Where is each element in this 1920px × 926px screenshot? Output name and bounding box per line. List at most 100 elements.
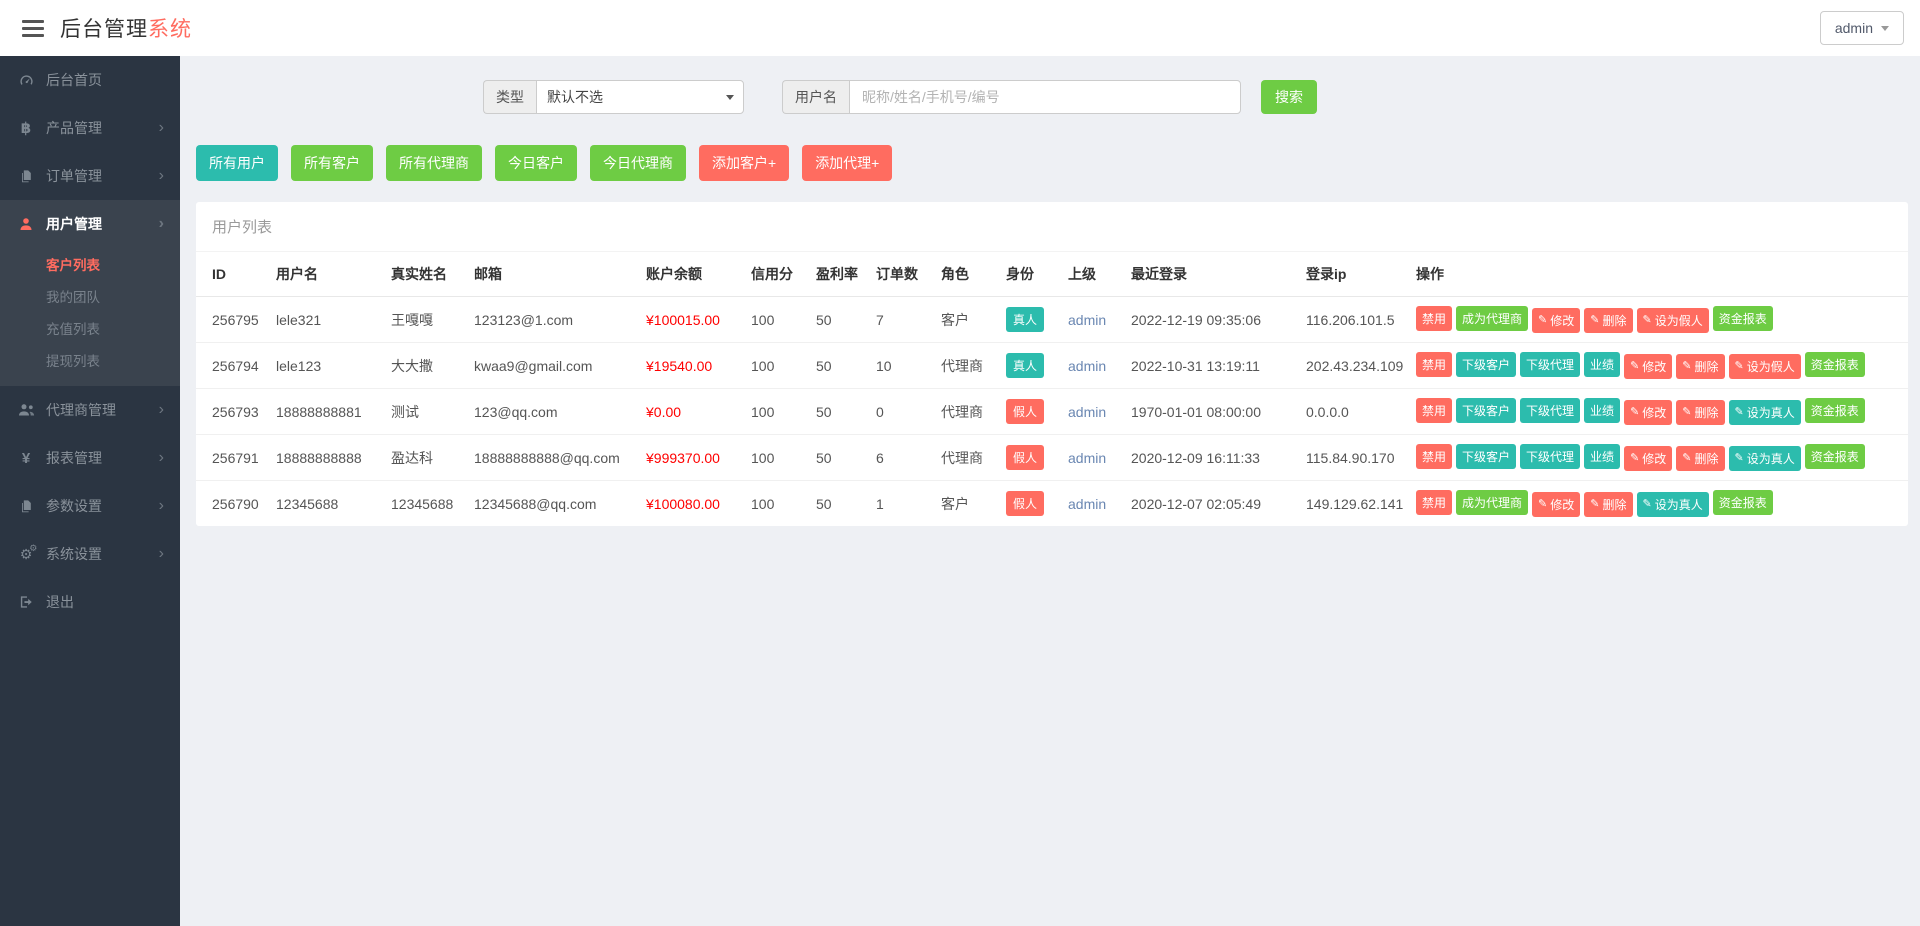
parent-link[interactable]: admin [1068,358,1106,374]
edit-button[interactable]: ✎修改 [1624,400,1672,425]
performance-button[interactable]: 业绩 [1584,444,1620,469]
sidebar-item-agents[interactable]: 代理商管理› [0,386,180,434]
table-row: 256790123456881234568812345688@qq.com¥10… [196,481,1908,527]
sidebar-item-home[interactable]: 后台首页 [0,56,180,104]
cell-email: 18888888888@qq.com [466,435,638,481]
cell-role: 代理商 [933,389,998,435]
fund-report-button[interactable]: 资金报表 [1805,444,1865,469]
toolbar: 所有用户所有客户所有代理商今日客户今日代理商添加客户+ 添加代理+ [180,114,1920,181]
cell-username: 18888888888 [268,435,383,481]
delete-button[interactable]: ✎删除 [1676,446,1724,471]
pencil-icon: ✎ [1590,315,1599,326]
sub-agents-button[interactable]: 下级代理 [1520,352,1580,377]
cell-orders: 10 [868,343,933,389]
sidebar-item-system[interactable]: ⚙⚙系统设置› [0,530,180,578]
set-fake-button[interactable]: ✎设为假人 [1729,354,1801,379]
edit-button[interactable]: ✎修改 [1624,446,1672,471]
cell-username: 18888888881 [268,389,383,435]
sidebar-item-reports[interactable]: ¥报表管理› [0,434,180,482]
today-agents-button[interactable]: 今日代理商 [590,145,686,181]
cell-ip: 202.43.234.109 [1298,343,1408,389]
parent-link[interactable]: admin [1068,404,1106,420]
disable-button[interactable]: 禁用 [1416,490,1452,515]
add-customer-button[interactable]: 添加客户+ [699,145,789,181]
parent-link[interactable]: admin [1068,450,1106,466]
performance-button[interactable]: 业绩 [1584,398,1620,423]
become-agent-button[interactable]: 成为代理商 [1456,306,1528,331]
column-header: ID [196,252,268,297]
search-button[interactable]: 搜索 [1261,80,1317,114]
user-dropdown-label: admin [1835,20,1873,36]
user-dropdown[interactable]: admin [1820,11,1904,45]
all-users-button[interactable]: 所有用户 [196,145,278,181]
sub-customers-button[interactable]: 下级客户 [1456,444,1516,469]
sub-customers-button[interactable]: 下级客户 [1456,352,1516,377]
column-header: 盈利率 [808,252,868,297]
sidebar-subitem-withdraw-list[interactable]: 提现列表 [0,344,180,376]
sidebar-item-products[interactable]: ฿产品管理› [0,104,180,152]
set-fake-button[interactable]: ✎设为假人 [1637,308,1709,333]
edit-button[interactable]: ✎修改 [1624,354,1672,379]
delete-button[interactable]: ✎删除 [1584,308,1632,333]
cell-email: 123@qq.com [466,389,638,435]
menu-section-logout: 退出 [0,578,180,626]
fund-report-button[interactable]: 资金报表 [1805,398,1865,423]
set-real-button[interactable]: ✎设为真人 [1729,446,1801,471]
sidebar-item-users[interactable]: 用户管理› [0,200,180,248]
today-customers-button[interactable]: 今日客户 [495,145,577,181]
sidebar-item-logout[interactable]: 退出 [0,578,180,626]
cell-identity: 真人 [998,343,1060,389]
cell-credit: 100 [743,389,808,435]
pencil-icon: ✎ [1630,453,1639,464]
chevron-right-icon: › [159,120,164,136]
sidebar-item-params[interactable]: 参数设置› [0,482,180,530]
parent-link[interactable]: admin [1068,496,1106,512]
pencil-icon: ✎ [1682,453,1691,464]
sidebar-item-orders[interactable]: 订单管理› [0,152,180,200]
add-agent-button[interactable]: 添加代理+ [802,145,892,181]
performance-button[interactable]: 业绩 [1584,352,1620,377]
cell-orders: 1 [868,481,933,527]
cell-username: 12345688 [268,481,383,527]
edit-button[interactable]: ✎修改 [1532,492,1580,517]
sub-customers-button[interactable]: 下级客户 [1456,398,1516,423]
set-real-button[interactable]: ✎设为真人 [1637,492,1709,517]
app-title: 后台管理系统 [60,13,192,43]
cell-realname: 测试 [383,389,466,435]
delete-button[interactable]: ✎删除 [1584,492,1632,517]
sub-agents-button[interactable]: 下级代理 [1520,444,1580,469]
delete-button[interactable]: ✎删除 [1676,354,1724,379]
cell-balance: ¥0.00 [638,389,743,435]
column-header: 角色 [933,252,998,297]
fund-report-button[interactable]: 资金报表 [1805,352,1865,377]
all-customers-button[interactable]: 所有客户 [291,145,373,181]
fund-report-button[interactable]: 资金报表 [1713,490,1773,515]
sidebar-item-label: 订单管理 [46,166,102,186]
column-header: 订单数 [868,252,933,297]
sub-agents-button[interactable]: 下级代理 [1520,398,1580,423]
disable-button[interactable]: 禁用 [1416,306,1452,331]
delete-button[interactable]: ✎删除 [1676,400,1724,425]
sidebar-subitem-recharge-list[interactable]: 充值列表 [0,312,180,344]
edit-button[interactable]: ✎修改 [1532,308,1580,333]
fund-report-button[interactable]: 资金报表 [1713,306,1773,331]
main-content: 类型 默认不选 用户名 搜索 所有用户所有客户所有代理商今日客户今日代理商添加客… [180,0,1920,526]
disable-button[interactable]: 禁用 [1416,444,1452,469]
username-input[interactable] [849,80,1241,114]
identity-badge: 真人 [1006,307,1044,332]
hamburger-menu-icon[interactable] [22,16,44,41]
disable-button[interactable]: 禁用 [1416,398,1452,423]
table-row: 256795lele321王嘎嘎123123@1.com¥100015.0010… [196,297,1908,343]
disable-button[interactable]: 禁用 [1416,352,1452,377]
sidebar-item-label: 退出 [46,592,74,612]
type-select[interactable]: 默认不选 [536,80,744,114]
parent-link[interactable]: admin [1068,312,1106,328]
sidebar-subitem-my-team[interactable]: 我的团队 [0,280,180,312]
column-header: 登录ip [1298,252,1408,297]
all-agents-button[interactable]: 所有代理商 [386,145,482,181]
set-real-button[interactable]: ✎设为真人 [1729,400,1801,425]
logout-icon [16,595,36,609]
cell-credit: 100 [743,435,808,481]
sidebar-subitem-customer-list[interactable]: 客户列表 [0,248,180,280]
become-agent-button[interactable]: 成为代理商 [1456,490,1528,515]
